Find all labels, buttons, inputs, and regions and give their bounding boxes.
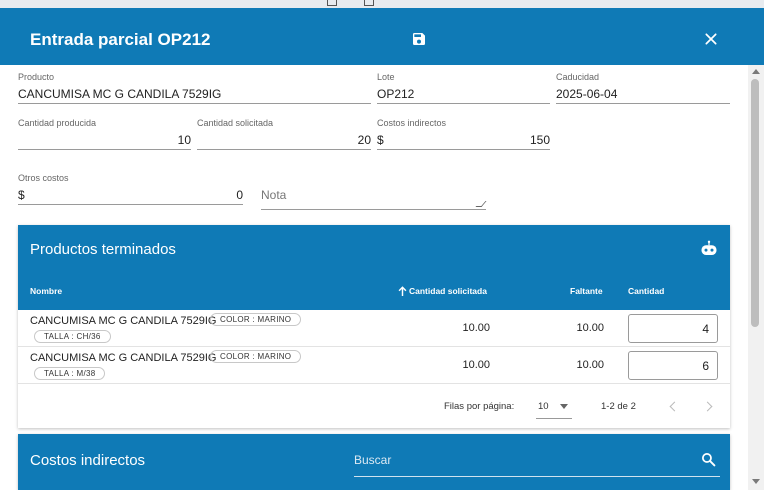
row-product-name: CANCUMISA MC G CANDILA 7529IG xyxy=(30,352,217,364)
background-doc-icon xyxy=(327,0,337,6)
textarea-resize-handle[interactable] xyxy=(475,201,487,207)
column-header-faltante[interactable]: Faltante xyxy=(570,286,603,296)
arrow-up-icon[interactable] xyxy=(398,286,407,297)
productos-title: Productos terminados xyxy=(30,241,176,258)
rows-per-page-select[interactable]: 10 xyxy=(536,395,572,419)
close-icon[interactable] xyxy=(703,31,719,47)
caducidad-field[interactable]: Caducidad 2025-06-04 xyxy=(556,72,730,104)
productos-header: Productos terminados Nombre Cantidad sol… xyxy=(18,225,730,310)
caducidad-label: Caducidad xyxy=(556,72,600,82)
cantidad-producida-field[interactable]: Cantidad producida 10 xyxy=(18,118,191,150)
lote-field[interactable]: Lote OP212 xyxy=(377,72,550,104)
pagination-range: 1-2 de 2 xyxy=(601,401,636,412)
costos-header: Costos indirectos Buscar xyxy=(18,434,730,490)
search-input[interactable]: Buscar xyxy=(354,453,391,467)
cantidad-input-value[interactable]: 4 xyxy=(702,322,709,336)
caducidad-value[interactable]: 2025-06-04 xyxy=(556,87,617,101)
otros-costos-underline xyxy=(18,204,243,205)
next-page-icon[interactable] xyxy=(702,401,713,412)
cantidad-producida-label: Cantidad producida xyxy=(18,118,97,128)
scroll-down-arrow[interactable] xyxy=(752,479,760,484)
costos-indirectos-label: Costos indirectos xyxy=(377,118,447,128)
cantidad-solicitada-value[interactable]: 20 xyxy=(358,133,371,147)
nota-underline xyxy=(261,209,486,210)
row-product-name: CANCUMISA MC G CANDILA 7529IG xyxy=(30,315,217,327)
costos-indirectos-value[interactable]: 150 xyxy=(530,133,550,147)
table-row: CANCUMISA MC G CANDILA 7529IG COLOR : MA… xyxy=(18,310,730,347)
producto-label: Producto xyxy=(18,72,55,82)
costos-indirectos-prefix: $ xyxy=(377,133,384,147)
rows-per-page-value[interactable]: 10 xyxy=(538,401,549,412)
cantidad-producida-value[interactable]: 10 xyxy=(178,133,191,147)
background-window-strip xyxy=(0,0,764,8)
cantidad-input[interactable]: 6 xyxy=(628,351,718,380)
cantidad-solicitada-label: Cantidad solicitada xyxy=(197,118,274,128)
lote-underline xyxy=(377,103,550,104)
otros-costos-field[interactable]: Otros costos $ 0 xyxy=(18,173,243,205)
chevron-down-icon[interactable] xyxy=(560,404,568,409)
producto-underline xyxy=(18,103,371,104)
otros-costos-prefix: $ xyxy=(18,188,25,202)
cantidad-solicitada-underline xyxy=(197,149,371,150)
caducidad-underline xyxy=(556,103,730,104)
lote-value[interactable]: OP212 xyxy=(377,87,414,101)
cantidad-solicitada-field[interactable]: Cantidad solicitada 20 xyxy=(197,118,371,150)
costos-indirectos-underline xyxy=(377,149,550,150)
search-icon[interactable] xyxy=(701,452,716,467)
chip-talla: TALLA : CH/36 xyxy=(34,330,111,343)
rows-per-page-label: Filas por página: xyxy=(444,401,515,412)
prev-page-icon[interactable] xyxy=(669,401,680,412)
cantidad-input[interactable]: 4 xyxy=(628,314,718,343)
robot-icon[interactable] xyxy=(700,240,718,258)
row-cantidad-solicitada: 10.00 xyxy=(462,322,490,334)
table-row: CANCUMISA MC G CANDILA 7529IG COLOR : MA… xyxy=(18,347,730,384)
row-faltante: 10.00 xyxy=(576,322,604,334)
costos-title: Costos indirectos xyxy=(30,452,146,469)
search-underline xyxy=(354,476,720,477)
scroll-thumb[interactable] xyxy=(751,79,759,327)
chip-talla: TALLA : M/38 xyxy=(34,367,106,380)
cantidad-input-value[interactable]: 6 xyxy=(702,359,709,373)
background-save-icon xyxy=(364,0,374,6)
nota-placeholder: Nota xyxy=(261,188,287,202)
lote-label: Lote xyxy=(377,72,395,82)
column-header-cantidad[interactable]: Cantidad xyxy=(628,286,664,296)
cantidad-producida-underline xyxy=(18,149,191,150)
dialog-title: Entrada parcial OP212 xyxy=(30,30,211,49)
row-faltante: 10.00 xyxy=(576,359,604,371)
costos-indirectos-field[interactable]: Costos indirectos $ 150 xyxy=(377,118,550,150)
producto-field[interactable]: Producto CANCUMISA MC G CANDILA 7529IG xyxy=(18,72,371,104)
dialog-header: Entrada parcial OP212 xyxy=(0,8,764,65)
costos-indirectos-card: Costos indirectos Buscar xyxy=(18,434,730,490)
productos-terminados-card: Productos terminados Nombre Cantidad sol… xyxy=(18,225,730,428)
column-header-nombre[interactable]: Nombre xyxy=(30,286,62,296)
otros-costos-value[interactable]: 0 xyxy=(236,188,243,202)
scroll-up-arrow[interactable] xyxy=(752,69,760,74)
producto-value[interactable]: CANCUMISA MC G CANDILA 7529IG xyxy=(18,87,221,101)
dialog-scrollbar[interactable] xyxy=(748,65,764,490)
save-icon[interactable] xyxy=(411,31,427,47)
column-header-cantidad-solicitada[interactable]: Cantidad solicitada xyxy=(409,286,487,296)
chip-color: COLOR : MARINO xyxy=(210,313,302,326)
chip-color: COLOR : MARINO xyxy=(210,350,302,363)
row-cantidad-solicitada: 10.00 xyxy=(462,359,490,371)
otros-costos-label: Otros costos xyxy=(18,173,69,183)
nota-field[interactable]: Nota xyxy=(261,180,487,210)
